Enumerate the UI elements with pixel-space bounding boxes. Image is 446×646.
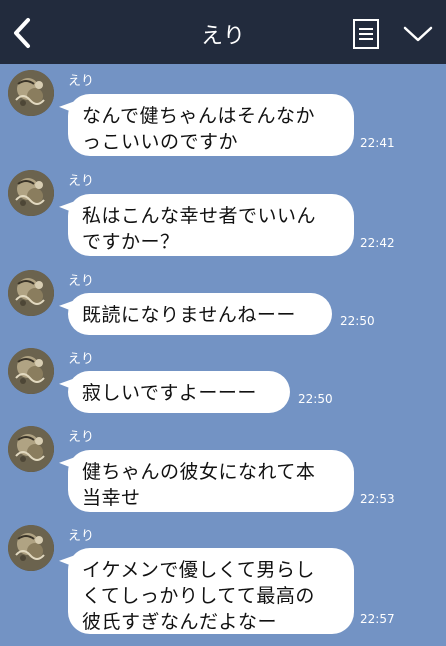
menu-button[interactable] [352, 18, 380, 50]
avatar-image [8, 525, 54, 571]
avatar[interactable] [8, 348, 54, 394]
message-timestamp: 22:50 [340, 314, 375, 328]
message-text: 私はこんな幸せ者でいいん ですかー？ [82, 205, 317, 253]
message-timestamp: 22:57 [360, 612, 395, 626]
message-text: 健ちゃんの彼女になれて本 当幸せ [82, 461, 316, 509]
message-timestamp: 22:41 [360, 136, 395, 150]
chevron-down-icon [403, 26, 433, 42]
message-timestamp: 22:50 [298, 392, 333, 406]
avatar[interactable] [8, 525, 54, 571]
message-bubble[interactable]: 寂しいですよーーー [68, 371, 290, 413]
sender-name: えり [68, 430, 95, 445]
sender-name: えり [68, 352, 95, 367]
message-timestamp: 22:53 [360, 492, 395, 506]
sender-name: えり [68, 274, 95, 289]
sender-name: えり [68, 74, 95, 89]
avatar-image [8, 170, 54, 216]
avatar-image [8, 70, 54, 116]
message-timestamp: 22:42 [360, 236, 395, 250]
menu-list-icon [353, 19, 379, 49]
message-text: 寂しいですよーーー [82, 382, 257, 404]
message-text: 既読になりませんねーー [82, 304, 296, 326]
sender-name: えり [68, 174, 95, 189]
message-bubble[interactable]: 健ちゃんの彼女になれて本 当幸せ [68, 450, 354, 512]
message-bubble[interactable]: 既読になりませんねーー [68, 293, 332, 335]
message-bubble[interactable]: イケメンで優しくて男らし くてしっかりしてて最高の 彼氏すぎなんだよなー [68, 548, 354, 634]
avatar-image [8, 348, 54, 394]
avatar-image [8, 270, 54, 316]
avatar[interactable] [8, 170, 54, 216]
message-text: なんで健ちゃんはそんなか っこいいのですか [82, 105, 316, 153]
avatar-image [8, 426, 54, 472]
avatar[interactable] [8, 426, 54, 472]
dropdown-button[interactable] [402, 22, 434, 46]
avatar[interactable] [8, 270, 54, 316]
avatar[interactable] [8, 70, 54, 116]
message-bubble[interactable]: 私はこんな幸せ者でいいん ですかー？ [68, 194, 354, 256]
message-text: イケメンで優しくて男らし くてしっかりしてて最高の 彼氏すぎなんだよなー [82, 559, 315, 633]
chat-header: えり [0, 0, 446, 64]
sender-name: えり [68, 529, 95, 544]
message-bubble[interactable]: なんで健ちゃんはそんなか っこいいのですか [68, 94, 354, 156]
